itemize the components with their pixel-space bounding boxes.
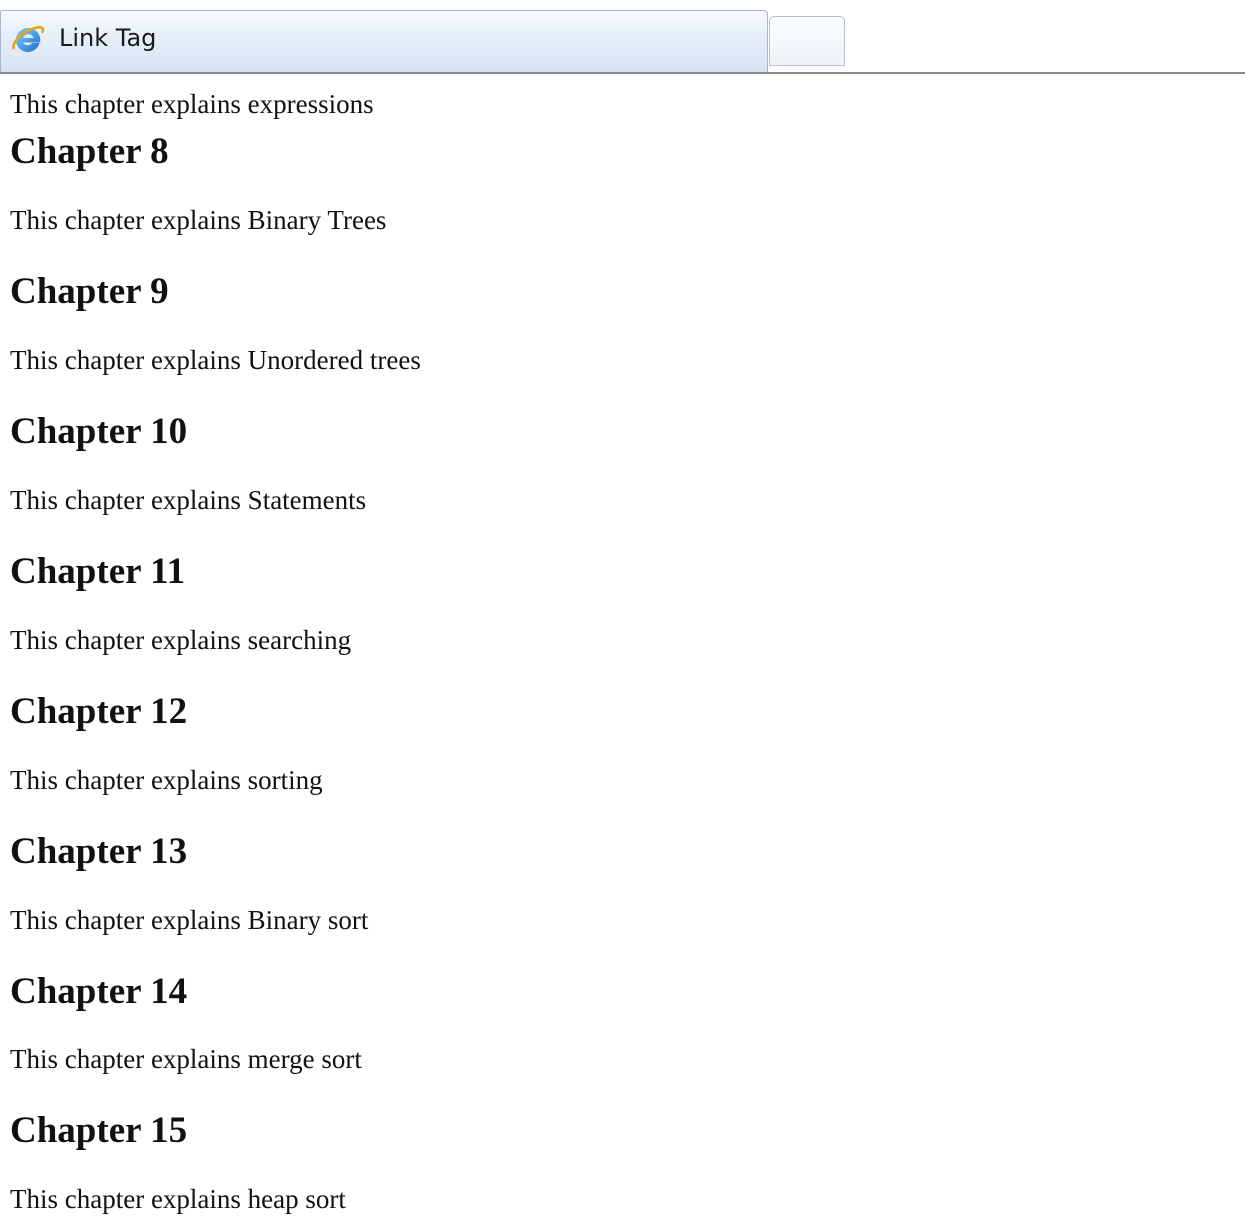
chapter-text: This chapter explains Unordered trees (10, 345, 421, 375)
chapter-text: This chapter explains Binary sort (10, 905, 369, 935)
chapter-heading: Chapter 10 (10, 411, 188, 452)
browser-tab-strip: Link Tag (0, 0, 1245, 74)
chapter-text: This chapter explains heap sort (10, 1184, 346, 1214)
chapter-heading: Chapter 14 (10, 971, 188, 1012)
chapter-heading: Chapter 13 (10, 831, 188, 872)
chapter-heading: Chapter 15 (10, 1110, 188, 1151)
browser-tab-active[interactable]: Link Tag (0, 10, 768, 72)
chapter-text: This chapter explains Statements (10, 485, 367, 515)
chapter-text: This chapter explains sorting (10, 765, 323, 795)
chapter-text: This chapter explains searching (10, 625, 352, 655)
chapter-text: This chapter explains merge sort (10, 1044, 362, 1074)
chapter-heading: Chapter 8 (10, 131, 169, 172)
tab-title: Link Tag (59, 24, 157, 52)
new-tab-button[interactable] (769, 16, 845, 66)
chapter-text-partial: This chapter explains expressions (10, 89, 374, 119)
chapter-text: This chapter explains Binary Trees (10, 205, 387, 235)
chapter-heading: Chapter 11 (10, 551, 186, 592)
internet-explorer-icon (11, 24, 45, 54)
page-content: This chapter explains expressions Chapte… (10, 0, 1230, 1216)
chapter-heading: Chapter 9 (10, 271, 169, 312)
chapter-heading: Chapter 12 (10, 691, 188, 732)
